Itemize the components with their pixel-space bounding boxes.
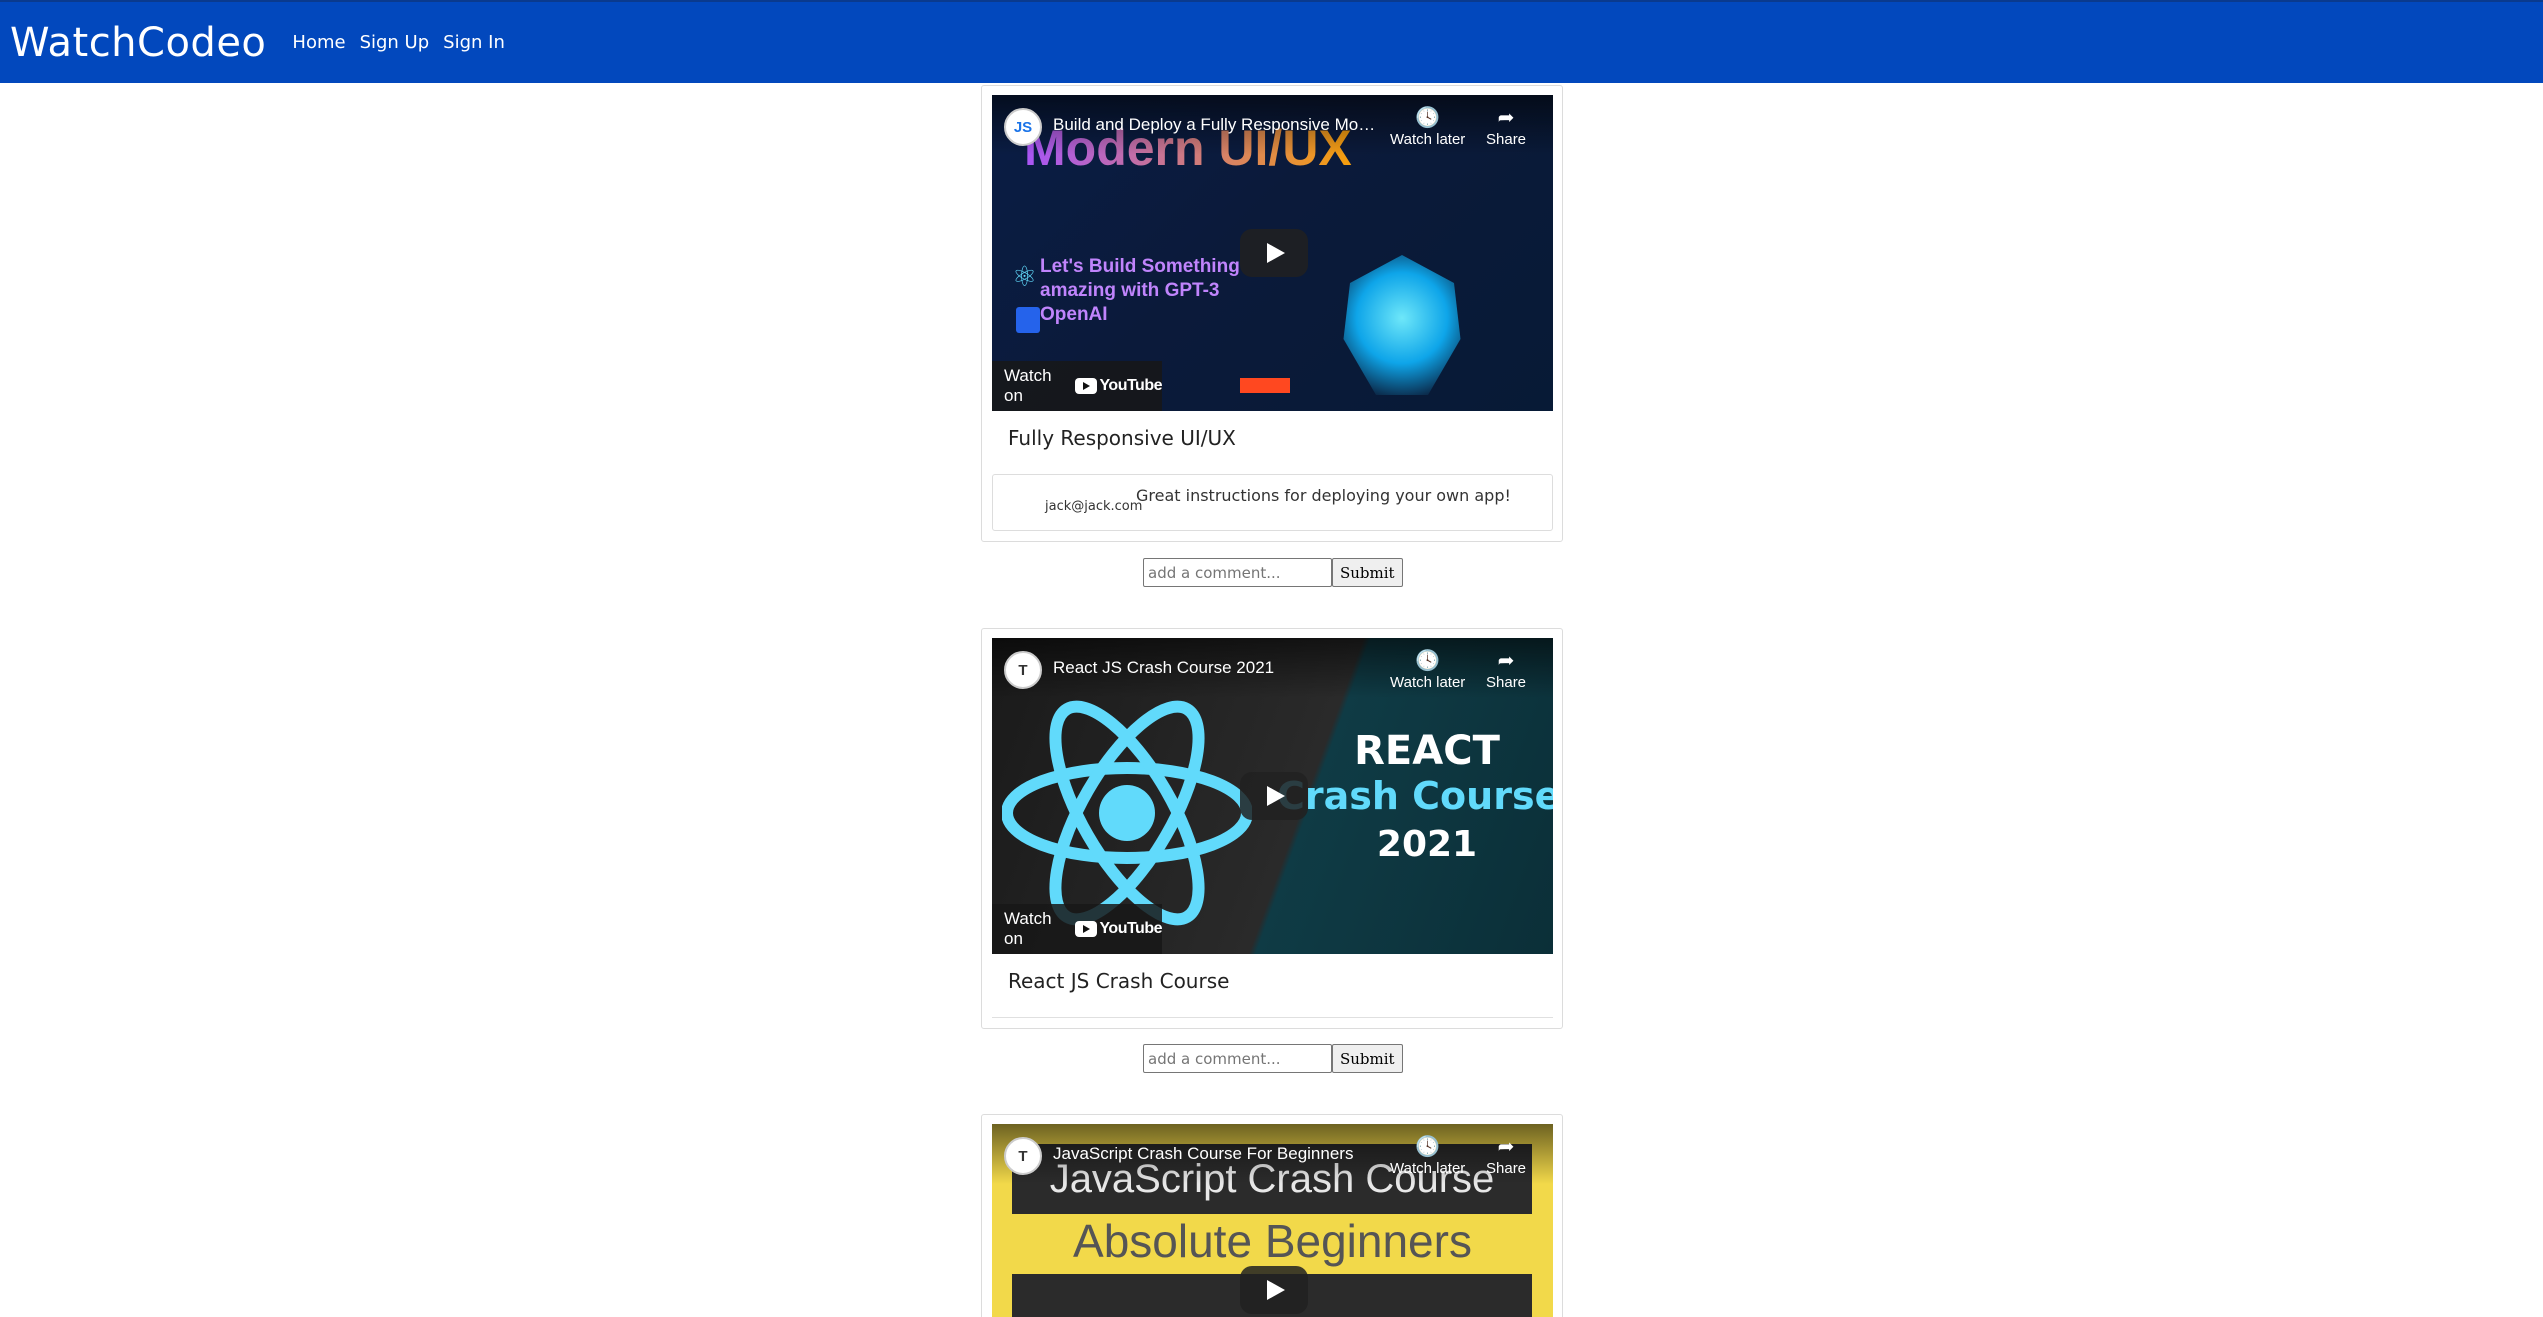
share-icon: ➦ xyxy=(1497,1136,1515,1158)
submit-button[interactable]: Submit xyxy=(1332,558,1403,587)
play-icon[interactable] xyxy=(1240,1266,1308,1314)
share-icon: ➦ xyxy=(1497,107,1515,129)
thumbnail-cta-shape xyxy=(1240,378,1290,393)
youtube-logo-icon: YouTube xyxy=(1075,377,1162,395)
comment-form: Submit xyxy=(1143,1044,1403,1073)
comment-author: jack@jack.com xyxy=(1045,499,1143,514)
thumbnail-line-2: Crash Course xyxy=(1277,774,1553,818)
channel-avatar[interactable]: JS xyxy=(1004,108,1042,146)
video-title: React JS Crash Course xyxy=(1008,969,1230,993)
youtube-logo-icon: YouTube xyxy=(1075,920,1162,938)
thumbnail-line-2: Absolute Beginners xyxy=(1073,1215,1472,1267)
comment-text: Great instructions for deploying your ow… xyxy=(1136,486,1511,505)
youtube-video-title[interactable]: Build and Deploy a Fully Responsive Mode… xyxy=(1053,115,1383,135)
channel-avatar[interactable]: T xyxy=(1004,651,1042,689)
watch-later-label: Watch later xyxy=(1390,674,1466,691)
nav-link-sign-up[interactable]: Sign Up xyxy=(360,32,430,53)
video-card: REACT Crash Course 2021 T React JS Crash… xyxy=(981,628,1563,1029)
navbar: WatchCodeo Home Sign Up Sign In xyxy=(0,0,2543,83)
submit-button[interactable]: Submit xyxy=(1332,1044,1403,1073)
comment-form: Submit xyxy=(1143,558,1403,587)
comment-input[interactable] xyxy=(1143,1044,1332,1073)
comment-input[interactable] xyxy=(1143,558,1332,587)
video-embed[interactable]: JavaScript Crash Course Absolute Beginne… xyxy=(992,1124,1553,1317)
thumbnail-text: REACT Crash Course 2021 xyxy=(1277,728,1553,865)
play-icon[interactable] xyxy=(1240,229,1308,277)
thumbnail-subheading: Let's Build Something amazing with GPT-3… xyxy=(1040,256,1240,325)
watch-later-button[interactable]: 🕓 Watch later xyxy=(1390,1136,1465,1177)
video-card: Modern UI/UX ⚛ Let's Build Something ama… xyxy=(981,85,1563,542)
react-atom-logo-icon xyxy=(1002,700,1252,926)
video-embed[interactable]: Modern UI/UX ⚛ Let's Build Something ama… xyxy=(992,95,1553,411)
video-card: JavaScript Crash Course Absolute Beginne… xyxy=(981,1114,1563,1317)
clock-icon: 🕓 xyxy=(1415,650,1441,672)
react-logo-icon: ⚛ xyxy=(1012,261,1038,292)
channel-avatar[interactable]: T xyxy=(1004,1137,1042,1175)
brand-logo[interactable]: WatchCodeo xyxy=(10,20,266,66)
robot-face-image xyxy=(1343,255,1461,395)
clock-icon: 🕓 xyxy=(1415,107,1441,129)
share-button[interactable]: ➦ Share xyxy=(1486,650,1526,691)
share-icon: ➦ xyxy=(1497,650,1515,672)
nav-link-home[interactable]: Home xyxy=(292,32,345,53)
thumbnail-line-3: 2021 xyxy=(1376,824,1478,865)
watch-on-youtube-button[interactable]: Watch on YouTube xyxy=(992,904,1162,954)
watch-later-label: Watch later xyxy=(1390,131,1466,148)
share-label: Share xyxy=(1486,1160,1527,1177)
thumbnail-line-1: REACT xyxy=(1354,728,1500,774)
video-embed[interactable]: REACT Crash Course 2021 T React JS Crash… xyxy=(992,638,1553,954)
watch-on-youtube-button[interactable]: Watch on YouTube xyxy=(992,361,1162,411)
watch-on-label: Watch on xyxy=(1004,909,1052,948)
share-label: Share xyxy=(1486,131,1527,148)
comments-divider xyxy=(992,1017,1553,1018)
css-logo-icon xyxy=(1016,307,1040,333)
comment-item: jack@jack.com Great instructions for dep… xyxy=(992,474,1553,531)
share-button[interactable]: ➦ Share xyxy=(1486,1136,1526,1177)
share-button[interactable]: ➦ Share xyxy=(1486,107,1526,148)
watch-later-button[interactable]: 🕓 Watch later xyxy=(1390,650,1465,691)
clock-icon: 🕓 xyxy=(1415,1136,1441,1158)
youtube-video-title[interactable]: JavaScript Crash Course For Beginners xyxy=(1053,1144,1383,1164)
play-icon[interactable] xyxy=(1240,772,1308,820)
share-label: Share xyxy=(1486,674,1527,691)
video-title: Fully Responsive UI/UX xyxy=(1008,426,1236,450)
watch-on-label: Watch on xyxy=(1004,366,1052,405)
watch-later-button[interactable]: 🕓 Watch later xyxy=(1390,107,1465,148)
nav-link-sign-in[interactable]: Sign In xyxy=(443,32,505,53)
watch-later-label: Watch later xyxy=(1390,1160,1466,1177)
youtube-video-title[interactable]: React JS Crash Course 2021 xyxy=(1053,658,1383,678)
